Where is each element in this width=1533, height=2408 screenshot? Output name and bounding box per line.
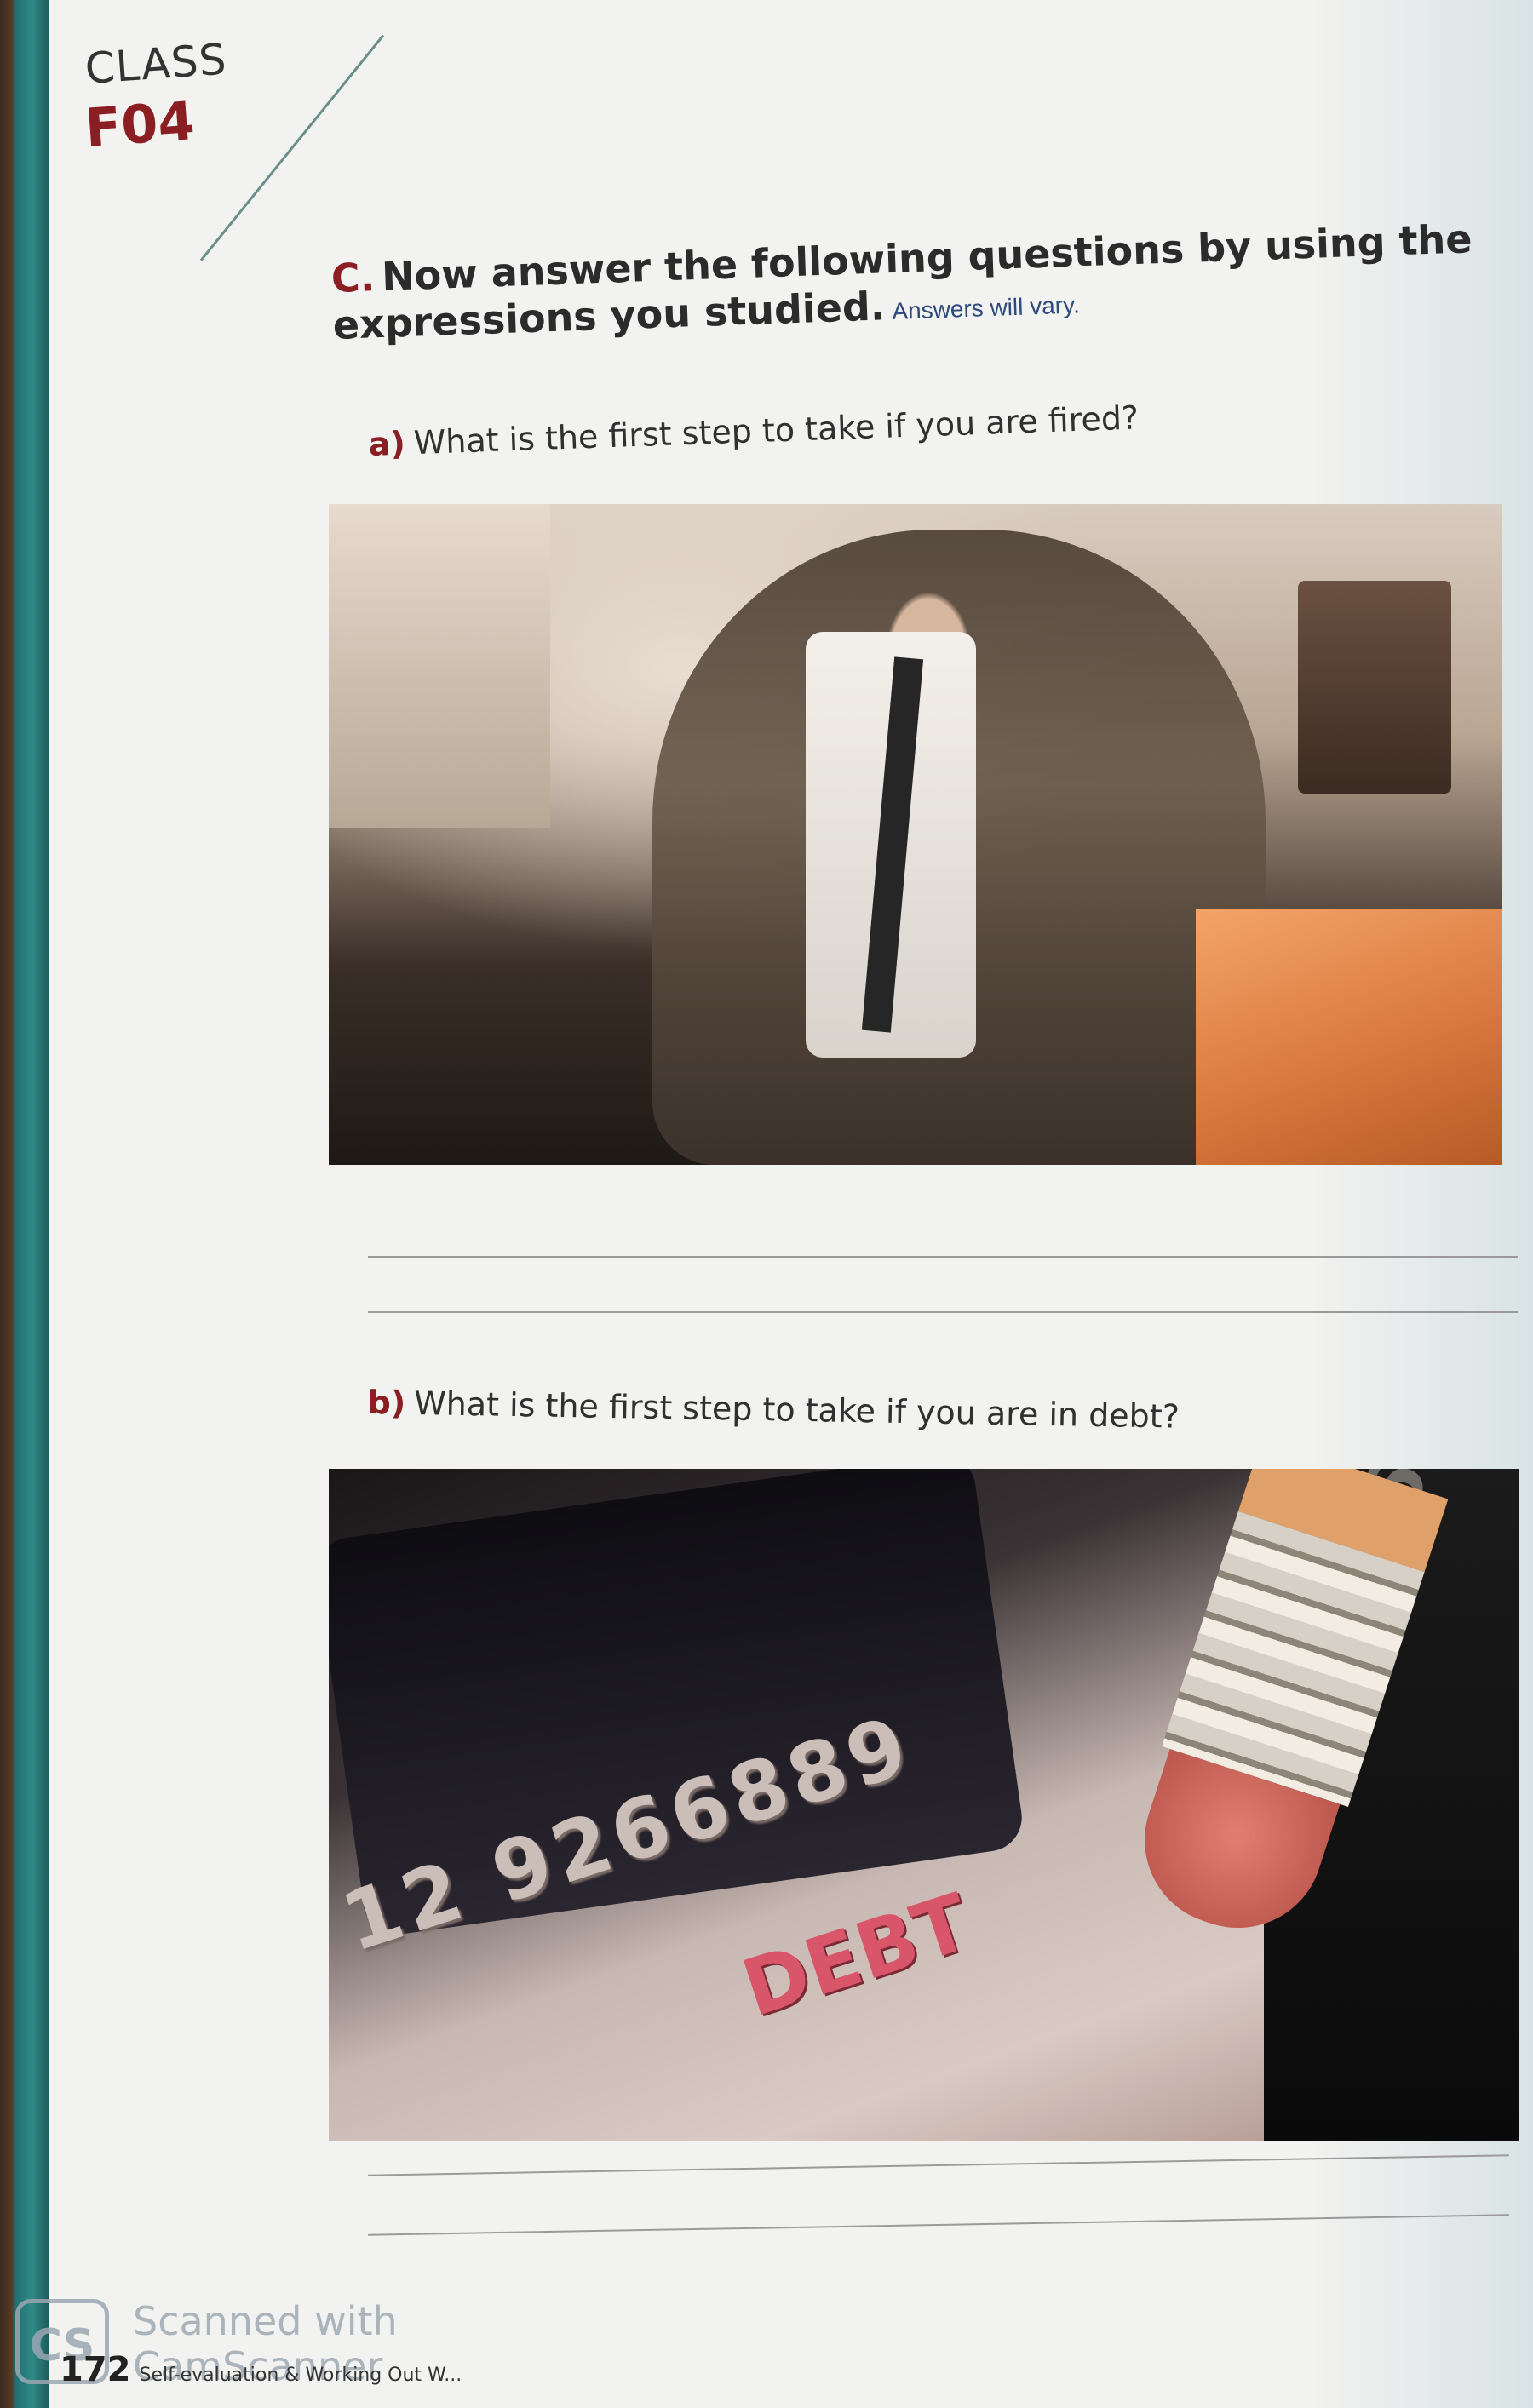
- running-title: Self-evaluation & Working Out W...: [139, 2365, 462, 2386]
- answer-line[interactable]: [368, 1256, 1518, 1258]
- debt-stamp: DEBT: [732, 1876, 981, 2035]
- class-code: F04: [83, 89, 197, 159]
- fired-man-photo: [329, 504, 1502, 1165]
- question-letter: b): [367, 1384, 406, 1422]
- office-chair: [1298, 581, 1451, 794]
- instruction-text: Now answer the following questions by us…: [331, 215, 1473, 349]
- class-label: CLASS: [83, 34, 229, 94]
- question-a: a) What is the first step to take if you …: [368, 398, 1140, 463]
- class-tag: CLASS F04: [83, 34, 228, 159]
- question-b: b) What is the first step to take if you …: [367, 1384, 1180, 1436]
- answer-note: Answers will vary.: [891, 291, 1081, 325]
- question-text: What is the first step to take if you ar…: [412, 398, 1140, 462]
- page-number: 172: [60, 2350, 131, 2389]
- question-text: What is the first step to take if you ar…: [413, 1384, 1180, 1436]
- question-letter: a): [368, 424, 406, 463]
- office-wall: [329, 504, 550, 828]
- answer-line[interactable]: [368, 1311, 1518, 1313]
- cardboard-box: [1196, 909, 1502, 1165]
- watermark-line1: Scanned with: [133, 2298, 398, 2344]
- debt-credit-card-photo: 9316 12 9266889 DEBT: [329, 1469, 1519, 2141]
- page-footer: 172 Self-evaluation & Working Out W...: [60, 2350, 462, 2389]
- section-letter: C.: [330, 254, 376, 301]
- book-spine: [0, 0, 49, 2408]
